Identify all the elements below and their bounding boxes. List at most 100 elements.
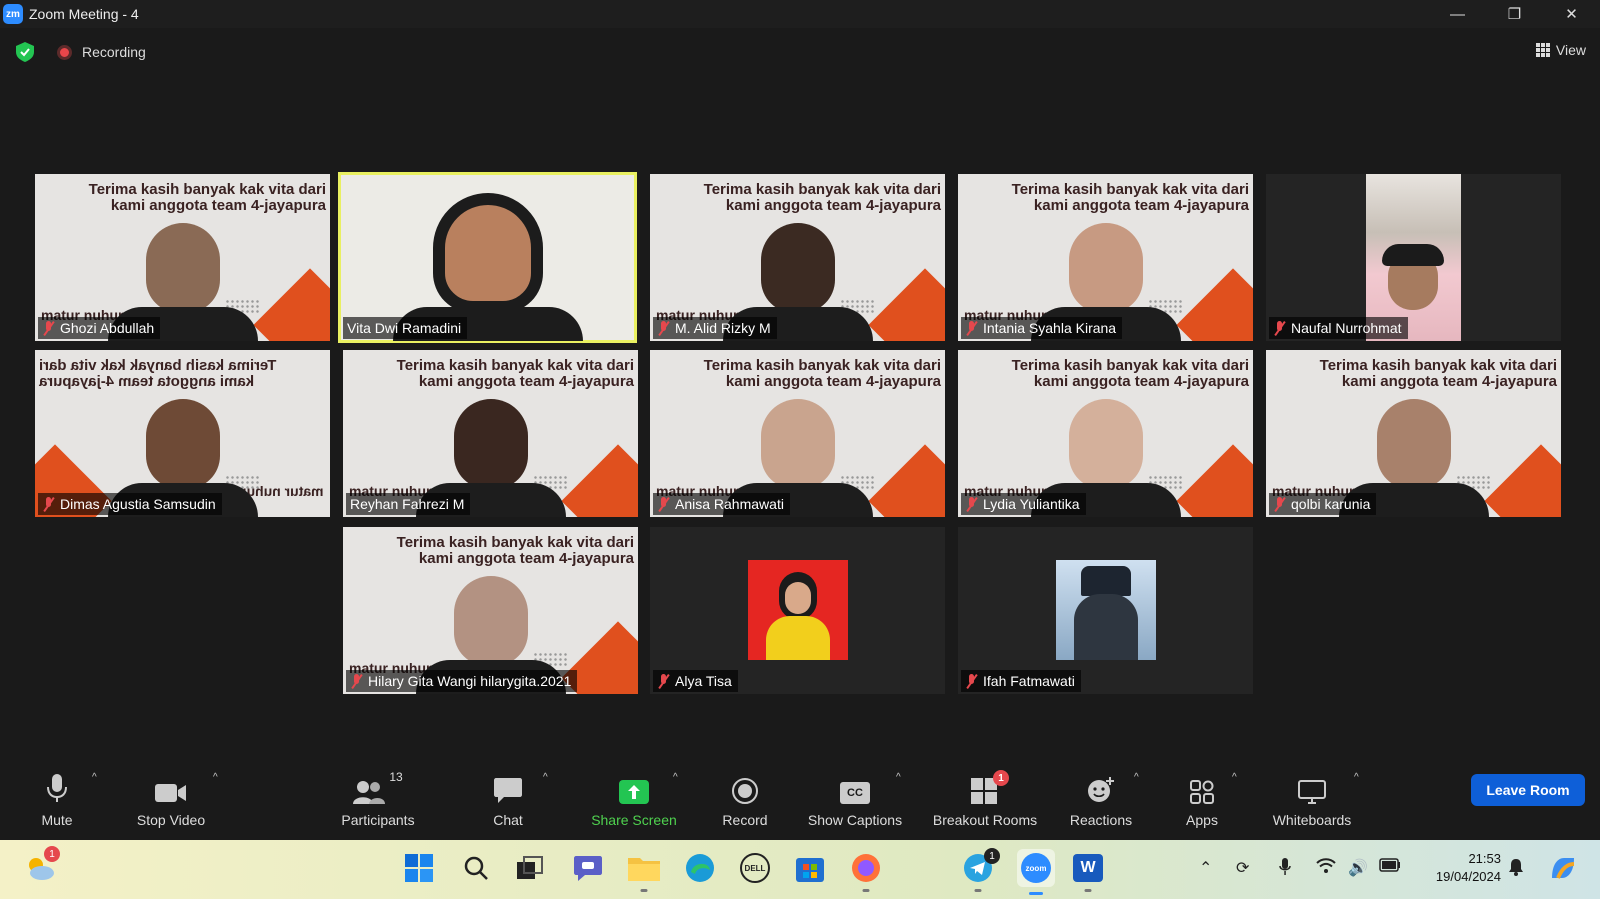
slide-line-2: kami anggota team 4-jayapura xyxy=(1033,373,1249,390)
microsoft-store-icon[interactable] xyxy=(794,852,826,884)
virtual-background-text: Terima kasih banyak kak vita dari kami an… xyxy=(397,535,634,567)
battery-icon[interactable] xyxy=(1379,858,1401,877)
video-options-chevron-icon[interactable]: ^ xyxy=(213,772,218,783)
participants-button[interactable]: 13 Participants xyxy=(334,760,422,840)
muted-microphone-icon xyxy=(657,321,671,335)
view-label: View xyxy=(1555,42,1586,58)
whiteboard-icon xyxy=(1298,766,1326,804)
windows-taskbar: 1 DELL 1 zoom W ⌃ ⟳ 🔊 21:53 19/04/2024 xyxy=(0,840,1600,899)
close-button[interactable]: ✕ xyxy=(1543,0,1600,28)
encryption-shield-icon[interactable] xyxy=(16,42,34,62)
wifi-icon[interactable] xyxy=(1316,858,1336,879)
recording-label[interactable]: Recording xyxy=(82,44,146,60)
captions-options-chevron-icon[interactable]: ^ xyxy=(896,772,901,783)
slide-orange-corner xyxy=(253,268,330,341)
recording-indicator-icon xyxy=(57,45,72,60)
word-icon[interactable]: W xyxy=(1072,852,1104,892)
video-tile[interactable]: Terima kasih banyak kak vita dari kami an… xyxy=(35,350,330,517)
mute-button[interactable]: Mute xyxy=(37,760,77,840)
video-tile[interactable]: Vita Dwi Ramadini xyxy=(338,172,637,343)
grid-view-icon xyxy=(1535,43,1550,57)
slide-line-1: Terima kasih banyak kak vita dari xyxy=(1011,181,1249,198)
notification-bell-icon[interactable] xyxy=(1508,858,1524,881)
whiteboards-label: Whiteboards xyxy=(1272,812,1352,828)
microphone-tray-icon[interactable] xyxy=(1279,858,1291,881)
slide-orange-corner xyxy=(1484,444,1561,517)
telegram-icon[interactable]: 1 xyxy=(962,848,1000,892)
video-tile[interactable]: Terima kasih banyak kak vita dari kami an… xyxy=(958,350,1253,517)
muted-microphone-icon xyxy=(42,321,56,335)
muted-microphone-icon xyxy=(965,674,979,688)
muted-microphone-icon xyxy=(1273,497,1287,511)
edge-browser-icon[interactable] xyxy=(684,852,716,884)
participant-name-tag: Anisa Rahmawati xyxy=(653,493,790,515)
video-tile[interactable]: Naufal Nurrohmat xyxy=(1266,174,1561,341)
minimize-button[interactable]: — xyxy=(1429,0,1486,28)
participant-name-tag: Reyhan Fahrezi M xyxy=(346,493,471,515)
video-tile[interactable]: Terima kasih banyak kak vita dari kami an… xyxy=(650,350,945,517)
slide-line-2: kami anggota team 4-jayapura xyxy=(39,373,255,390)
participant-name-tag: Alya Tisa xyxy=(653,670,738,692)
share-screen-icon xyxy=(619,766,649,804)
record-button[interactable]: Record xyxy=(719,760,771,840)
video-tile[interactable]: Terima kasih banyak kak vita dari kami an… xyxy=(35,174,330,341)
teams-chat-icon[interactable] xyxy=(572,852,604,884)
reactions-button[interactable]: Reactions xyxy=(1066,760,1136,840)
chat-button[interactable]: Chat xyxy=(488,760,528,840)
participant-name-tag: Naufal Nurrohmat xyxy=(1269,317,1408,339)
participant-name: Anisa Rahmawati xyxy=(675,496,784,512)
restore-button[interactable]: ❐ xyxy=(1486,0,1543,28)
participant-name-tag: qolbi karunia xyxy=(1269,493,1377,515)
profile-picture xyxy=(1056,560,1156,660)
participants-icon xyxy=(353,781,386,804)
system-clock[interactable]: 21:53 19/04/2024 xyxy=(1409,850,1501,886)
firefox-icon[interactable] xyxy=(850,852,882,892)
share-options-chevron-icon[interactable]: ^ xyxy=(673,772,678,783)
whiteboards-options-chevron-icon[interactable]: ^ xyxy=(1354,772,1359,783)
closed-captions-icon: CC xyxy=(840,766,870,804)
leave-room-button[interactable]: Leave Room xyxy=(1471,774,1585,806)
muted-microphone-icon xyxy=(657,674,671,688)
show-hidden-icons-chevron-icon[interactable]: ⌃ xyxy=(1199,858,1212,878)
slide-orange-corner xyxy=(868,268,945,341)
video-tile[interactable]: Ifah Fatmawati xyxy=(958,527,1253,694)
windows-start-icon[interactable] xyxy=(403,852,435,884)
apps-button[interactable]: Apps xyxy=(1183,760,1221,840)
participants-label: Participants xyxy=(341,812,415,828)
zoom-app-logo: zoom xyxy=(1021,853,1051,883)
search-icon[interactable] xyxy=(460,852,492,884)
copilot-icon[interactable] xyxy=(1547,852,1579,884)
video-tile[interactable]: Terima kasih banyak kak vita dari kami an… xyxy=(1266,350,1561,517)
stop-video-button[interactable]: Stop Video xyxy=(132,760,210,840)
cc-glyph: CC xyxy=(840,782,870,804)
breakout-rooms-button[interactable]: 1 Breakout Rooms xyxy=(927,760,1043,840)
video-tile[interactable]: Terima kasih banyak kak vita dari kami an… xyxy=(650,174,945,341)
participant-name: Ghozi Abdullah xyxy=(60,320,155,336)
slide-line-1: Terima kasih banyak kak vita dari xyxy=(88,181,326,198)
weather-widget-icon[interactable]: 1 xyxy=(24,846,60,884)
video-tile[interactable]: Alya Tisa xyxy=(650,527,945,694)
chat-options-chevron-icon[interactable]: ^ xyxy=(543,772,548,783)
window-title: Zoom Meeting - 4 xyxy=(29,6,139,22)
whiteboards-button[interactable]: Whiteboards xyxy=(1267,760,1357,840)
view-button[interactable]: View xyxy=(1535,42,1586,58)
apps-options-chevron-icon[interactable]: ^ xyxy=(1232,772,1237,783)
sync-icon[interactable]: ⟳ xyxy=(1236,858,1249,878)
share-screen-button[interactable]: Share Screen xyxy=(589,760,679,840)
task-view-icon[interactable] xyxy=(514,852,546,884)
telegram-badge: 1 xyxy=(984,848,1000,864)
reactions-options-chevron-icon[interactable]: ^ xyxy=(1134,772,1139,783)
show-captions-button[interactable]: CC Show Captions xyxy=(803,760,907,840)
file-explorer-running-indicator xyxy=(640,889,648,892)
video-tile[interactable]: Terima kasih banyak kak vita dari kami an… xyxy=(343,350,638,517)
speaker-icon[interactable]: 🔊 xyxy=(1348,858,1368,878)
video-tile[interactable]: Terima kasih banyak kak vita dari kami an… xyxy=(343,527,638,694)
file-explorer-icon[interactable] xyxy=(628,852,660,892)
participant-name: Dimas Agustia Samsudin xyxy=(60,496,216,512)
zoom-taskbar-icon[interactable]: zoom xyxy=(1017,849,1055,895)
slide-line-1: Terima kasih banyak kak vita dari xyxy=(1011,357,1249,374)
audio-options-chevron-icon[interactable]: ^ xyxy=(92,772,97,783)
video-tile[interactable]: Terima kasih banyak kak vita dari kami an… xyxy=(958,174,1253,341)
breakout-rooms-icon: 1 xyxy=(971,766,1009,804)
dell-app-icon[interactable]: DELL xyxy=(739,852,771,884)
